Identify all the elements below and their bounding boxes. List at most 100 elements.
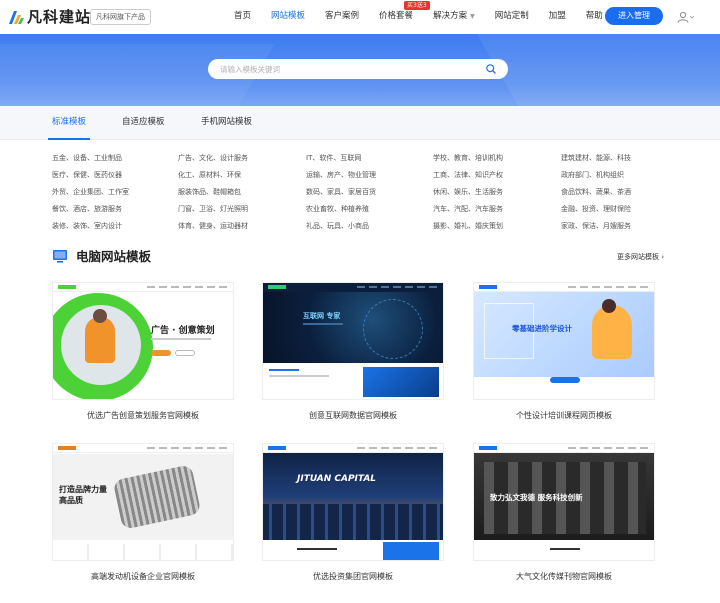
template-title[interactable]: 优选广告创意策划服务官网模板 bbox=[52, 410, 234, 421]
sub-brand-badge: 凡科网旗下产品 bbox=[90, 9, 151, 25]
thumb-stats bbox=[53, 544, 233, 560]
thumb-caption: 零基础进阶学设计 bbox=[512, 324, 572, 333]
nav-home[interactable]: 首页 bbox=[224, 0, 261, 34]
tab-mobile[interactable]: 手机网站模板 bbox=[201, 106, 252, 140]
category-row: 外贸、企业集团、工作室 服装饰品、鞋帽箱包 数码、家具、家居百货 休闲、娱乐、生… bbox=[0, 187, 720, 199]
category-link[interactable]: 食品饮料、蔬果、茶酒 bbox=[561, 187, 631, 197]
category-link[interactable]: IT、软件、互联网 bbox=[306, 153, 361, 163]
nav-cases[interactable]: 客户案例 bbox=[315, 0, 369, 34]
category-link[interactable]: 休闲、娱乐、生活服务 bbox=[433, 187, 503, 197]
template-thumbnail[interactable]: 打造品牌力量 高品质 bbox=[52, 443, 234, 561]
category-link[interactable]: 五金、设备、工业制品 bbox=[52, 153, 122, 163]
category-link[interactable]: 数码、家具、家居百货 bbox=[306, 187, 376, 197]
search-icon[interactable] bbox=[485, 63, 497, 75]
thumb-line bbox=[269, 375, 329, 377]
chevron-down-icon bbox=[689, 15, 695, 19]
thumb-caption: 打造品牌力量 高品质 bbox=[59, 485, 107, 505]
category-link[interactable]: 化工、原材料、环保 bbox=[178, 170, 241, 180]
category-row: 装修、装饰、室内设计 体育、健身、运动器材 礼品、玩具、小商品 摄影、婚礼、婚庆… bbox=[0, 221, 720, 233]
logo-text: 凡科建站 bbox=[27, 8, 92, 26]
thumb-nav-bar bbox=[474, 444, 654, 453]
template-thumbnail[interactable]: 广告 · 创意策划 bbox=[52, 282, 234, 400]
thumb-button bbox=[151, 350, 171, 356]
thumb-nav-bar bbox=[53, 444, 233, 453]
category-link[interactable]: 工商、法律、知识产权 bbox=[433, 170, 503, 180]
tab-standard[interactable]: 标准模板 bbox=[47, 106, 91, 140]
tab-responsive[interactable]: 自适应模板 bbox=[122, 106, 165, 140]
template-title[interactable]: 创意互联网数据官网模板 bbox=[262, 410, 444, 421]
template-thumbnail[interactable]: JITUAN CAPITAL bbox=[262, 443, 444, 561]
category-link[interactable]: 学校、教育、培训机构 bbox=[433, 153, 503, 163]
category-link[interactable]: 礼品、玩具、小商品 bbox=[306, 221, 369, 231]
monitor-icon bbox=[52, 249, 68, 264]
search-input[interactable] bbox=[220, 59, 480, 79]
category-link[interactable]: 摄影、婚礼、婚庆策划 bbox=[433, 221, 503, 231]
thumb-logo bbox=[268, 446, 286, 450]
thumb-nav-bar bbox=[263, 444, 443, 453]
thumb-nav-bar bbox=[474, 283, 654, 292]
thumb-nav-bar bbox=[53, 283, 233, 292]
nav-label: 网站定制 bbox=[494, 11, 529, 21]
template-title[interactable]: 高端发动机设备企业官网模板 bbox=[52, 571, 234, 582]
template-title[interactable]: 优选投资集团官网模板 bbox=[262, 571, 444, 582]
template-title[interactable]: 个性设计培训课程网页模板 bbox=[473, 410, 655, 421]
category-link[interactable]: 服装饰品、鞋帽箱包 bbox=[178, 187, 241, 197]
thumb-person-head bbox=[602, 299, 616, 313]
more-link-label: 更多网站模板 bbox=[616, 253, 659, 261]
site-logo[interactable]: 凡科建站 bbox=[7, 6, 91, 27]
category-link[interactable]: 汽车、汽配、汽车服务 bbox=[433, 204, 503, 214]
category-row: 医疗、保健、医药仪器 化工、原材料、环保 运输、房产、物业管理 工商、法律、知识… bbox=[0, 170, 720, 182]
nav-label: 帮助 bbox=[585, 11, 603, 21]
category-link[interactable]: 广告、文化、设计服务 bbox=[178, 153, 248, 163]
thumb-logo bbox=[268, 285, 286, 289]
more-templates-link[interactable]: 更多网站模板 › bbox=[617, 251, 664, 263]
search-box bbox=[208, 59, 508, 79]
category-link[interactable]: 家政、保洁、月嫂服务 bbox=[561, 221, 631, 231]
category-link[interactable]: 餐饮、酒店、旅游服务 bbox=[52, 204, 122, 214]
user-icon[interactable] bbox=[677, 10, 695, 24]
thumb-line bbox=[303, 323, 343, 325]
thumb-button bbox=[175, 350, 195, 356]
thumb-logo bbox=[479, 285, 497, 289]
thumb-caption: 互联网 专家 bbox=[303, 312, 341, 320]
section-title: 电脑网站模板 bbox=[76, 249, 152, 264]
search-banner bbox=[0, 34, 720, 106]
nav-label: 价格套餐 bbox=[379, 11, 414, 21]
category-link[interactable]: 门窗、卫浴、灯光照明 bbox=[178, 204, 248, 214]
thumb-menu bbox=[357, 447, 437, 449]
category-link[interactable]: 建筑建材、能源、科技 bbox=[561, 153, 631, 163]
thumb-line bbox=[550, 548, 580, 550]
category-link[interactable]: 医疗、保健、医药仪器 bbox=[52, 170, 122, 180]
thumb-logo bbox=[479, 446, 497, 450]
template-thumbnail[interactable]: 零基础进阶学设计 bbox=[473, 282, 655, 400]
template-title[interactable]: 大气文化传媒刊物官网模板 bbox=[473, 571, 655, 582]
nav-solutions[interactable]: 解决方案 ▼ bbox=[423, 0, 485, 34]
category-link[interactable]: 政府部门、机构组织 bbox=[561, 170, 624, 180]
promo-badge: 买3送3 bbox=[404, 1, 430, 10]
nav-custom[interactable]: 网站定制 bbox=[485, 0, 539, 34]
thumb-image bbox=[363, 367, 439, 397]
thumb-menu bbox=[147, 447, 227, 449]
template-thumbnail[interactable]: 致力弘文我德 服务科技创新 bbox=[473, 443, 655, 561]
category-link[interactable]: 金融、投资、理财保险 bbox=[561, 204, 631, 214]
category-link[interactable]: 外贸、企业集团、工作室 bbox=[52, 187, 129, 197]
thumb-person bbox=[592, 305, 632, 359]
chevron-right-icon: › bbox=[661, 253, 664, 261]
template-thumbnail[interactable]: 互联网 专家 bbox=[262, 282, 444, 400]
thumb-skyline bbox=[263, 504, 443, 540]
category-link[interactable]: 体育、健身、运动器材 bbox=[178, 221, 248, 231]
nav-join[interactable]: 加盟 bbox=[539, 0, 576, 34]
category-link[interactable]: 运输、房产、物业管理 bbox=[306, 170, 376, 180]
nav-templates[interactable]: 网站模板 bbox=[261, 0, 315, 34]
thumb-person bbox=[85, 317, 115, 363]
thumb-line bbox=[269, 369, 299, 371]
category-link[interactable]: 装修、装饰、室内设计 bbox=[52, 221, 122, 231]
top-header: 凡科建站 凡科网旗下产品 首页 网站模板 客户案例 价格套餐 解决方案 ▼ 网站定… bbox=[0, 0, 720, 34]
nav-label: 加盟 bbox=[548, 11, 566, 21]
nav-label: 解决方案 bbox=[433, 11, 468, 21]
thumb-caption: JITUAN CAPITAL bbox=[297, 474, 377, 484]
thumb-nav-bar bbox=[263, 283, 443, 292]
enter-admin-button[interactable]: 进入管理 bbox=[605, 7, 663, 25]
thumb-image bbox=[383, 542, 439, 560]
category-link[interactable]: 农业畜牧、种植养殖 bbox=[306, 204, 369, 214]
